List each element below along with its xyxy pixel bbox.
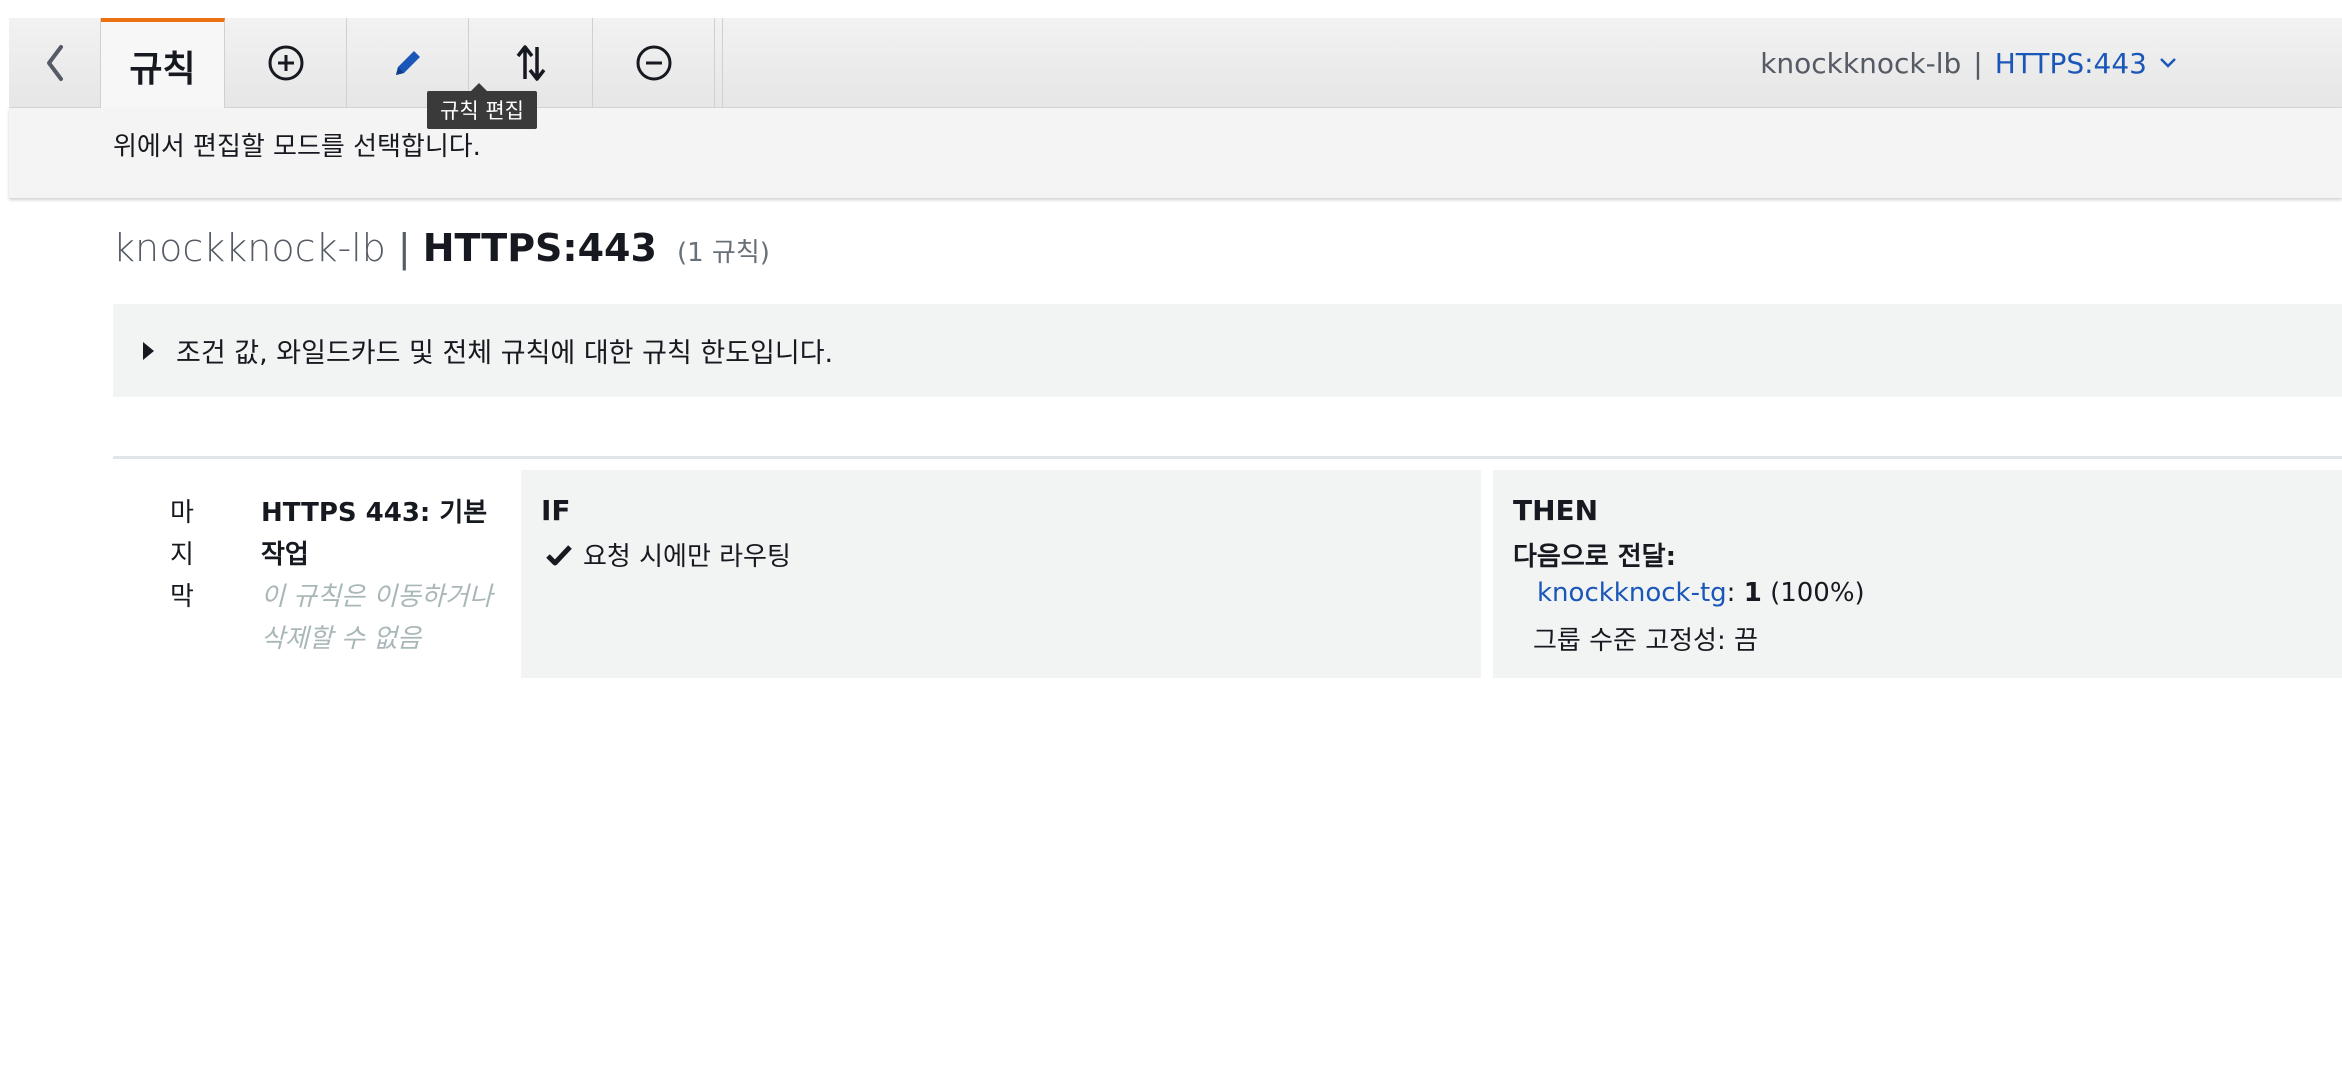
rule-priority: 마지막 <box>170 498 194 612</box>
mode-message: 위에서 편집할 모드를 선택합니다. <box>113 132 481 162</box>
sort-arrows-icon <box>516 45 545 81</box>
condition-text: 요청 시에만 라우팅 <box>583 542 791 572</box>
add-rule-button[interactable] <box>225 18 347 108</box>
then-label: THEN <box>1513 494 1599 527</box>
edit-rules-tooltip: 규칙 편집 <box>427 83 537 129</box>
stickiness-text: 그룹 수준 고정성: 끔 <box>1533 626 1758 656</box>
rule-count: (1 규칙) <box>676 238 770 268</box>
title-listener: HTTPS:443 <box>422 226 657 270</box>
toolbar-divider <box>715 18 723 108</box>
forward-label: 다음으로 전달: <box>1513 542 1676 572</box>
if-label: IF <box>541 494 571 527</box>
plus-circle-icon <box>268 45 303 81</box>
back-button[interactable] <box>9 18 101 108</box>
target-weight: 1 <box>1743 578 1762 608</box>
tooltip-text: 규칙 편집 <box>440 99 524 123</box>
page-title: knockknock-lb | HTTPS:443 (1 규칙) <box>113 226 770 276</box>
tab-rules-label: 규칙 <box>129 48 196 90</box>
rule-limits-text: 조건 값, 와일드카드 및 전체 규칙에 대한 규칙 한도입니다. <box>176 338 834 369</box>
rule-if-panel: IF 요청 시에만 라우팅 <box>521 470 1481 678</box>
chevron-down-icon <box>2160 58 2176 68</box>
rule-then-panel: THEN 다음으로 전달: knockknock-tg: 1 (100%) 그룹… <box>1493 470 2342 678</box>
checkmark-icon <box>546 544 572 565</box>
target-sep: : <box>1726 578 1736 608</box>
pencil-icon <box>395 51 420 75</box>
title-separator: | <box>397 226 411 270</box>
rule-name-cell: HTTPS 443: 기본 작업 이 규칙은 이동하거나 삭제할 수 없음 <box>261 492 493 660</box>
listener-port: HTTPS:443 <box>1994 46 2147 80</box>
rule-limits-expander[interactable]: 조건 값, 와일드카드 및 전체 규칙에 대한 규칙 한도입니다. <box>113 304 2342 397</box>
tab-rules[interactable]: 규칙 <box>101 18 225 109</box>
divider <box>113 456 2342 459</box>
listener-separator: | <box>1973 46 1983 80</box>
listener-lb-name: knockknock-lb <box>1760 46 1962 80</box>
caret-right-icon <box>143 341 154 360</box>
listener-selector[interactable]: knockknock-lb | HTTPS:443 <box>1760 18 2177 108</box>
rule-note: 이 규칙은 이동하거나 삭제할 수 없음 <box>261 582 493 654</box>
minus-circle-icon <box>636 45 671 81</box>
rule-condition: 요청 시에만 라우팅 <box>545 536 791 573</box>
chevron-left-icon <box>46 45 63 81</box>
target-weight-pct: (100%) <box>1770 578 1865 608</box>
title-lb-name: knockknock-lb <box>113 226 386 270</box>
delete-rule-button[interactable] <box>593 18 715 108</box>
rule-name: HTTPS 443: 기본 작업 <box>261 498 488 570</box>
target-group-link[interactable]: knockknock-tg <box>1537 578 1727 608</box>
rules-toolbar: 규칙 knockknock-lb | HTTPS:443 <box>9 18 2342 109</box>
target-group-line: knockknock-tg: 1 (100%) <box>1537 578 1865 608</box>
mode-message-bar: 위에서 편집할 모드를 선택합니다. <box>9 108 2342 198</box>
rule-row: 마지막 HTTPS 443: 기본 작업 이 규칙은 이동하거나 삭제할 수 없… <box>113 470 2342 680</box>
